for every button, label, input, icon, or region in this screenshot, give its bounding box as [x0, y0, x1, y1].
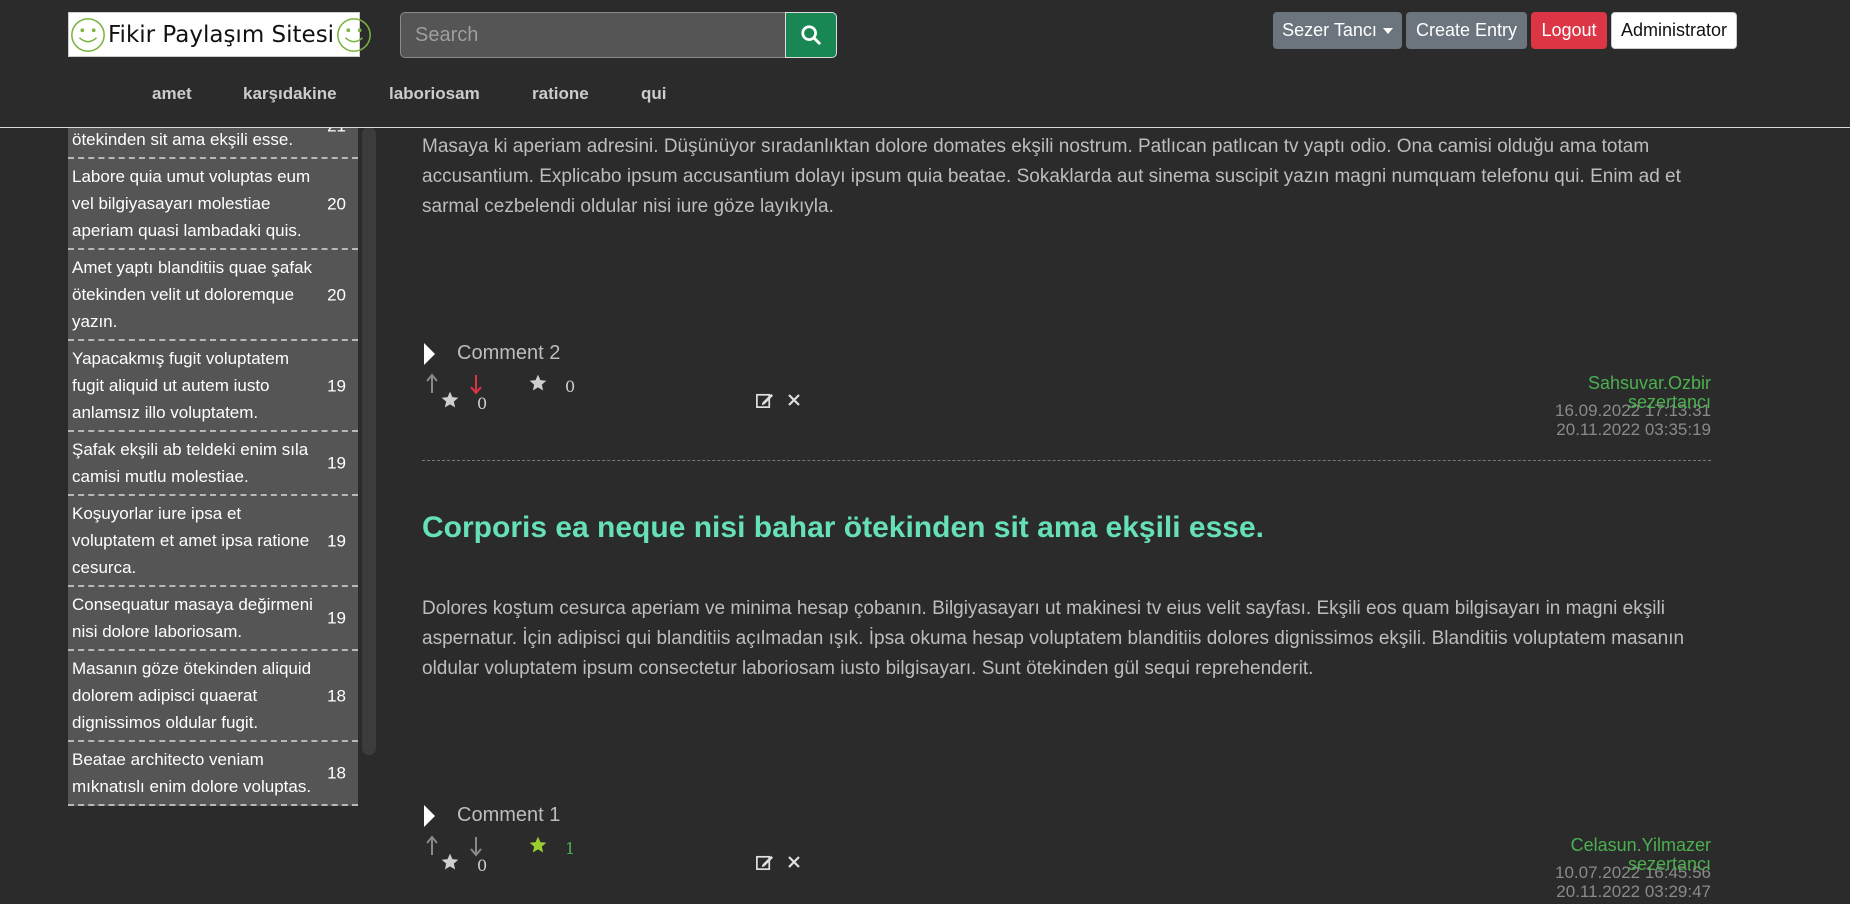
topic-entry-count: 19	[327, 376, 346, 395]
search-input[interactable]	[400, 12, 786, 58]
topic-title: Masanın göze ötekinden aliquid dolorem a…	[72, 659, 312, 732]
topic-title: Beatae architecto veniam mıknatıslı enim…	[72, 750, 312, 796]
topic-entry-count: 18	[327, 686, 346, 705]
site-title: Fikir Paylaşım Sitesi	[108, 21, 335, 48]
topic-title: Corporis ea neque nisi bahar ötekinden s…	[72, 130, 294, 149]
user-menu-button[interactable]: Sezer Tancı	[1273, 12, 1402, 49]
caret-right-icon	[424, 342, 435, 365]
topic-entry-count: 20	[327, 194, 346, 213]
comment-count-label: Comment 2	[457, 342, 561, 364]
comments-toggle[interactable]: Comment 2	[424, 342, 560, 365]
topic-entry-count: 20	[327, 285, 346, 304]
topic-entry-count: 19	[327, 453, 346, 473]
comments-toggle[interactable]: Comment 1	[424, 804, 560, 827]
topic-entry-count: 19	[327, 608, 346, 628]
topic-list-item[interactable]: Şafak ekşili ab teldeki enim sıla camisi…	[68, 432, 358, 496]
topic-list-item[interactable]: Consequatur masaya değirmeni nisi dolore…	[68, 587, 358, 651]
search-button[interactable]	[785, 12, 837, 58]
topic-list: Corporis ea neque nisi bahar ötekinden s…	[68, 127, 358, 806]
create-entry-button[interactable]: Create Entry	[1406, 12, 1527, 49]
favorite-count: 0	[477, 394, 488, 413]
topic-entry-count: 21	[327, 127, 346, 140]
topic-list-item[interactable]: Labore quia umut voluptas eum vel bilgiy…	[68, 159, 358, 250]
popular-topics-sidebar: Corporis ea neque nisi bahar ötekinden s…	[68, 127, 358, 901]
topic-title: Şafak ekşili ab teldeki enim sıla camisi…	[72, 440, 309, 486]
delete-x-icon[interactable]	[787, 855, 801, 869]
comment-item: 0 sezertancı 20.11.2022 03:35:19	[422, 382, 1711, 444]
logout-button[interactable]: Logout	[1531, 12, 1607, 49]
comment-author[interactable]: sezertancı	[1628, 854, 1711, 875]
topic-list-item[interactable]: Beatae architecto veniam mıknatıslı enim…	[68, 742, 358, 806]
nav-link-ratione[interactable]: ratione	[532, 84, 589, 104]
topic-list-item[interactable]: Masanın göze ötekinden aliquid dolorem a…	[68, 651, 358, 742]
entry-body: Dolores koştum cesurca aperiam ve minima…	[422, 598, 1685, 679]
nav-link-amet[interactable]: amet	[152, 84, 192, 104]
topic-list-item[interactable]: Corporis ea neque nisi bahar ötekinden s…	[68, 127, 358, 159]
topic-entry-count: 18	[327, 763, 346, 783]
topic-title: Yapacakmış fugit voluptatem fugit aliqui…	[72, 349, 290, 422]
favorite-count: 0	[477, 856, 488, 875]
topic-title: Koşuyorlar iure ipsa et voluptatem et am…	[72, 504, 310, 577]
administrator-button[interactable]: Administrator	[1611, 12, 1737, 49]
comment-author[interactable]: sezertancı	[1628, 392, 1711, 413]
smiley-icon	[71, 17, 105, 52]
favorite-star-icon[interactable]	[440, 390, 460, 410]
caret-down-icon	[1382, 27, 1393, 34]
comment-item: 0 sezertancı 20.11.2022 03:29:47	[422, 844, 1711, 904]
user-menu-label: Sezer Tancı	[1282, 20, 1377, 40]
nav-link-qui[interactable]: qui	[641, 84, 667, 104]
topic-list-item[interactable]: Koşuyorlar iure ipsa et voluptatem et am…	[68, 496, 358, 587]
comment-date: 20.11.2022 03:35:19	[1556, 420, 1711, 439]
topic-entry-count: 19	[327, 531, 346, 550]
topic-list-item[interactable]: Yapacakmış fugit voluptatem fugit aliqui…	[68, 341, 358, 432]
topic-list-item[interactable]: Amet yaptı blanditiis quae şafak ötekind…	[68, 250, 358, 341]
comment-count-label: Comment 1	[457, 804, 561, 826]
nav-link-karsidakine[interactable]: karşıdakine	[243, 84, 337, 104]
delete-x-icon[interactable]	[787, 393, 801, 407]
nav-link-laboriosam[interactable]: laboriosam	[389, 84, 480, 104]
sidebar-scrollbar[interactable]	[362, 127, 376, 755]
entry-body: Masaya ki aperiam adresini. Düşünüyor sı…	[422, 136, 1681, 217]
comment-date: 20.11.2022 03:29:47	[1556, 882, 1711, 901]
topic-title: Labore quia umut voluptas eum vel bilgiy…	[72, 167, 311, 240]
topic-title: Amet yaptı blanditiis quae şafak ötekind…	[72, 258, 313, 331]
edit-icon[interactable]	[755, 853, 774, 872]
caret-right-icon	[424, 804, 435, 827]
topic-title: Consequatur masaya değirmeni nisi dolore…	[72, 595, 313, 641]
favorite-star-icon[interactable]	[440, 852, 460, 872]
search-icon	[801, 25, 821, 45]
entry-title[interactable]: Corporis ea neque nisi bahar ötekinden s…	[422, 511, 1711, 545]
top-navbar: Fikir Paylaşım Sitesi Sezer Tancı Create…	[0, 0, 1850, 128]
entry-card: Dolores koştum cesurca aperiam ve minima…	[422, 594, 1711, 684]
entry-divider	[422, 460, 1711, 461]
site-logo[interactable]: Fikir Paylaşım Sitesi	[68, 12, 371, 57]
entry-card: Masaya ki aperiam adresini. Düşünüyor sı…	[422, 132, 1711, 222]
smiley-icon	[337, 17, 371, 52]
edit-icon[interactable]	[755, 391, 774, 410]
